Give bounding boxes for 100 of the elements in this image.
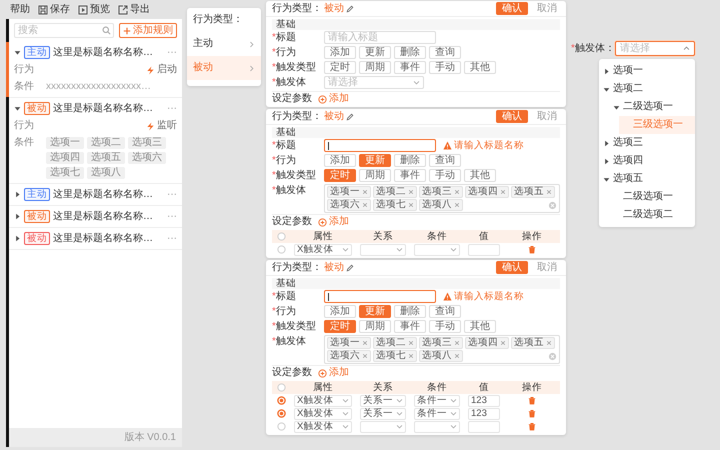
selected-tag[interactable]: 选项八 xyxy=(419,199,463,211)
caret-icon[interactable] xyxy=(603,68,610,74)
caret-icon[interactable] xyxy=(14,213,21,220)
select-field[interactable] xyxy=(360,244,406,256)
selected-tag[interactable]: 选项一 xyxy=(327,186,371,198)
close-icon[interactable] xyxy=(362,189,368,195)
option-button[interactable]: 更新 xyxy=(359,46,391,59)
option-button[interactable]: 查询 xyxy=(429,46,461,59)
input-field[interactable] xyxy=(324,139,436,152)
option-button[interactable]: 添加 xyxy=(324,46,356,59)
radio-button[interactable] xyxy=(276,422,286,431)
close-icon[interactable] xyxy=(408,202,414,208)
option-button[interactable]: 其他 xyxy=(464,320,496,333)
radio-button[interactable] xyxy=(276,409,286,418)
radio-button[interactable] xyxy=(276,383,286,392)
option-button[interactable]: 其他 xyxy=(464,61,496,74)
toolbar-button[interactable]: 导出 xyxy=(118,4,150,16)
option-button[interactable]: 事件 xyxy=(394,320,426,333)
caret-icon[interactable] xyxy=(14,105,21,112)
selected-tag[interactable]: 选项四 xyxy=(465,186,509,198)
selected-tag[interactable]: 选项七 xyxy=(373,199,417,211)
add-button[interactable]: 添加 xyxy=(318,367,349,379)
select-field[interactable] xyxy=(414,244,460,256)
selected-tag[interactable]: 选项七 xyxy=(373,350,417,362)
pencil-icon[interactable] xyxy=(346,112,354,120)
clear-icon[interactable] xyxy=(548,200,557,210)
tree-option[interactable]: 二级选项二 xyxy=(609,206,695,224)
selected-tag[interactable]: 选项二 xyxy=(373,186,417,198)
trash-icon[interactable] xyxy=(528,245,536,254)
close-icon[interactable] xyxy=(362,340,368,346)
select-field[interactable]: 条件一 xyxy=(414,394,460,406)
option-button[interactable]: 周期 xyxy=(359,61,391,74)
radio-button[interactable] xyxy=(276,396,286,405)
selected-tag[interactable]: 选项二 xyxy=(373,337,417,349)
select-field[interactable]: X触发体 xyxy=(294,244,352,256)
caret-icon[interactable] xyxy=(14,191,21,198)
close-icon[interactable] xyxy=(362,202,368,208)
selected-tag[interactable]: 选项三 xyxy=(419,186,463,198)
tree-option[interactable]: 选项四 xyxy=(599,152,695,170)
select-field[interactable]: 条件一 xyxy=(414,408,460,420)
selected-tag[interactable]: 选项四 xyxy=(465,337,509,349)
selected-tag[interactable]: 选项六 xyxy=(327,350,371,362)
toolbar-button[interactable]: 保存 xyxy=(38,4,70,16)
close-icon[interactable] xyxy=(500,340,506,346)
caret-icon[interactable] xyxy=(603,158,610,164)
clear-icon[interactable] xyxy=(548,352,557,360)
toolbar-button[interactable]: 预览 xyxy=(78,4,110,16)
close-icon[interactable] xyxy=(362,353,368,359)
selected-tag[interactable]: 选项八 xyxy=(419,350,463,362)
select-field[interactable]: 关系一 xyxy=(360,394,406,406)
tree-option[interactable]: 选项二 xyxy=(599,80,695,98)
menu-item[interactable]: 主动 xyxy=(187,32,261,56)
option-button[interactable]: 手动 xyxy=(429,169,461,182)
trash-icon[interactable] xyxy=(528,409,536,418)
value-field[interactable]: 123 xyxy=(468,408,500,420)
close-icon[interactable] xyxy=(454,340,460,346)
option-button[interactable]: 添加 xyxy=(324,305,356,318)
trash-icon[interactable] xyxy=(528,422,536,431)
selected-tag[interactable]: 选项三 xyxy=(419,337,463,349)
close-icon[interactable] xyxy=(408,189,414,195)
select-field[interactable]: X触发体 xyxy=(294,408,352,420)
caret-icon[interactable] xyxy=(603,176,610,182)
option-button[interactable]: 手动 xyxy=(429,61,461,74)
caret-icon[interactable] xyxy=(14,49,21,56)
option-button[interactable]: 删除 xyxy=(394,305,426,318)
option-button[interactable]: 删除 xyxy=(394,46,426,59)
select-field[interactable]: X触发体 xyxy=(294,394,352,406)
selected-tag[interactable]: 选项五 xyxy=(511,337,555,349)
add-rule-button[interactable]: 添加规则 xyxy=(119,23,177,38)
value-field[interactable]: 123 xyxy=(468,394,500,406)
selected-tag[interactable]: 选项五 xyxy=(511,186,555,198)
select-field[interactable] xyxy=(360,420,406,432)
tree-option[interactable]: 选项一 xyxy=(599,62,695,80)
option-button[interactable]: 手动 xyxy=(429,320,461,333)
tree-option[interactable]: 选项五 xyxy=(599,170,695,188)
select-field[interactable]: X触发体 xyxy=(294,420,352,432)
close-icon[interactable] xyxy=(454,353,460,359)
caret-icon[interactable] xyxy=(603,140,610,146)
option-button[interactable]: 事件 xyxy=(394,169,426,182)
caret-icon[interactable] xyxy=(613,104,620,110)
tree-option[interactable]: 选项三 xyxy=(599,134,695,152)
option-button[interactable]: 周期 xyxy=(359,169,391,182)
search-field[interactable]: 搜索 xyxy=(14,23,114,38)
option-button[interactable]: 删除 xyxy=(394,154,426,167)
trash-icon[interactable] xyxy=(528,396,536,405)
option-button[interactable]: 周期 xyxy=(359,320,391,333)
select-field[interactable] xyxy=(414,420,460,432)
caret-icon[interactable] xyxy=(14,235,21,242)
option-button[interactable]: 定时 xyxy=(324,61,356,74)
select-field[interactable]: 关系一 xyxy=(360,408,406,420)
radio-button[interactable] xyxy=(276,232,286,241)
radio-button[interactable] xyxy=(276,245,286,254)
close-icon[interactable] xyxy=(408,340,414,346)
close-icon[interactable] xyxy=(408,353,414,359)
close-icon[interactable] xyxy=(546,189,552,195)
option-button[interactable]: 查询 xyxy=(429,154,461,167)
close-icon[interactable] xyxy=(500,189,506,195)
value-field[interactable] xyxy=(468,420,500,432)
option-button[interactable]: 添加 xyxy=(324,154,356,167)
caret-icon[interactable] xyxy=(603,86,610,92)
